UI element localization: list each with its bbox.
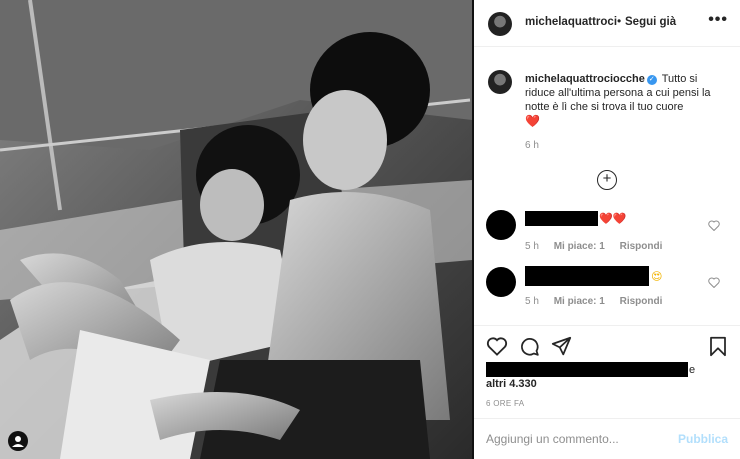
caption-text: michelaquattrociocche ✓ Tutto si riduce a… xyxy=(525,72,730,129)
user-tag-icon[interactable] xyxy=(8,431,28,451)
share-icon[interactable] xyxy=(551,336,572,357)
reply-button[interactable]: Rispondi xyxy=(620,296,663,307)
comment-meta: 5 h Mi piace: 1 Rispondi xyxy=(525,296,674,307)
verified-badge-icon: ✓ xyxy=(646,75,657,85)
likes-conjunction: e xyxy=(689,364,696,376)
comment-likes[interactable]: Mi piace: 1 xyxy=(554,296,605,307)
caption-heart-emoji: ❤️ xyxy=(525,114,540,128)
redacted-comment-text xyxy=(525,266,649,286)
comment-meta: 5 h Mi piace: 1 Rispondi xyxy=(525,241,674,252)
author-username[interactable]: michelaquattrociocche xyxy=(525,16,617,28)
bookmark-icon[interactable] xyxy=(709,336,727,357)
comment-avatar[interactable] xyxy=(486,267,516,297)
heart-icon[interactable] xyxy=(486,336,508,356)
photo-image xyxy=(0,0,472,459)
comment-composer: Aggiungi un commento... Pubblica xyxy=(474,418,740,459)
comment-like-heart-icon[interactable] xyxy=(708,220,720,234)
redacted-comment-text xyxy=(525,211,598,226)
caption-avatar[interactable] xyxy=(488,70,512,94)
caption-timestamp: 6 h xyxy=(525,140,539,151)
post-photo[interactable] xyxy=(0,0,472,459)
post-side-panel: michelaquattrociocche • Segui già ••• mi… xyxy=(474,0,740,459)
comment-icon[interactable] xyxy=(519,336,540,357)
comment-avatar[interactable] xyxy=(486,210,516,240)
comment-input[interactable]: Aggiungi un commento... xyxy=(486,432,619,446)
actions-divider xyxy=(474,325,740,326)
caption-username[interactable]: michelaquattrociocche xyxy=(525,73,645,85)
reply-button[interactable]: Rispondi xyxy=(620,241,663,252)
publish-button[interactable]: Pubblica xyxy=(678,432,728,446)
following-button[interactable]: Segui già xyxy=(625,16,676,28)
likes-count[interactable]: altri 4.330 xyxy=(486,378,537,390)
comment-like-heart-icon[interactable] xyxy=(708,277,720,291)
comment-emoji: ❤️❤️ xyxy=(599,213,627,225)
author-avatar[interactable] xyxy=(488,12,512,36)
comment-likes[interactable]: Mi piace: 1 xyxy=(554,241,605,252)
post-timestamp: 6 ORE FA xyxy=(486,399,525,408)
comment-emoji: 😍 xyxy=(651,271,663,283)
comment-time: 5 h xyxy=(525,296,539,307)
redacted-liked-by xyxy=(486,362,688,377)
separator-dot: • xyxy=(617,14,622,28)
comment-time: 5 h xyxy=(525,241,539,252)
post-header: michelaquattrociocche • Segui già ••• xyxy=(474,0,740,47)
more-options-icon[interactable]: ••• xyxy=(708,11,728,29)
load-more-comments-button[interactable]: + xyxy=(597,170,617,190)
